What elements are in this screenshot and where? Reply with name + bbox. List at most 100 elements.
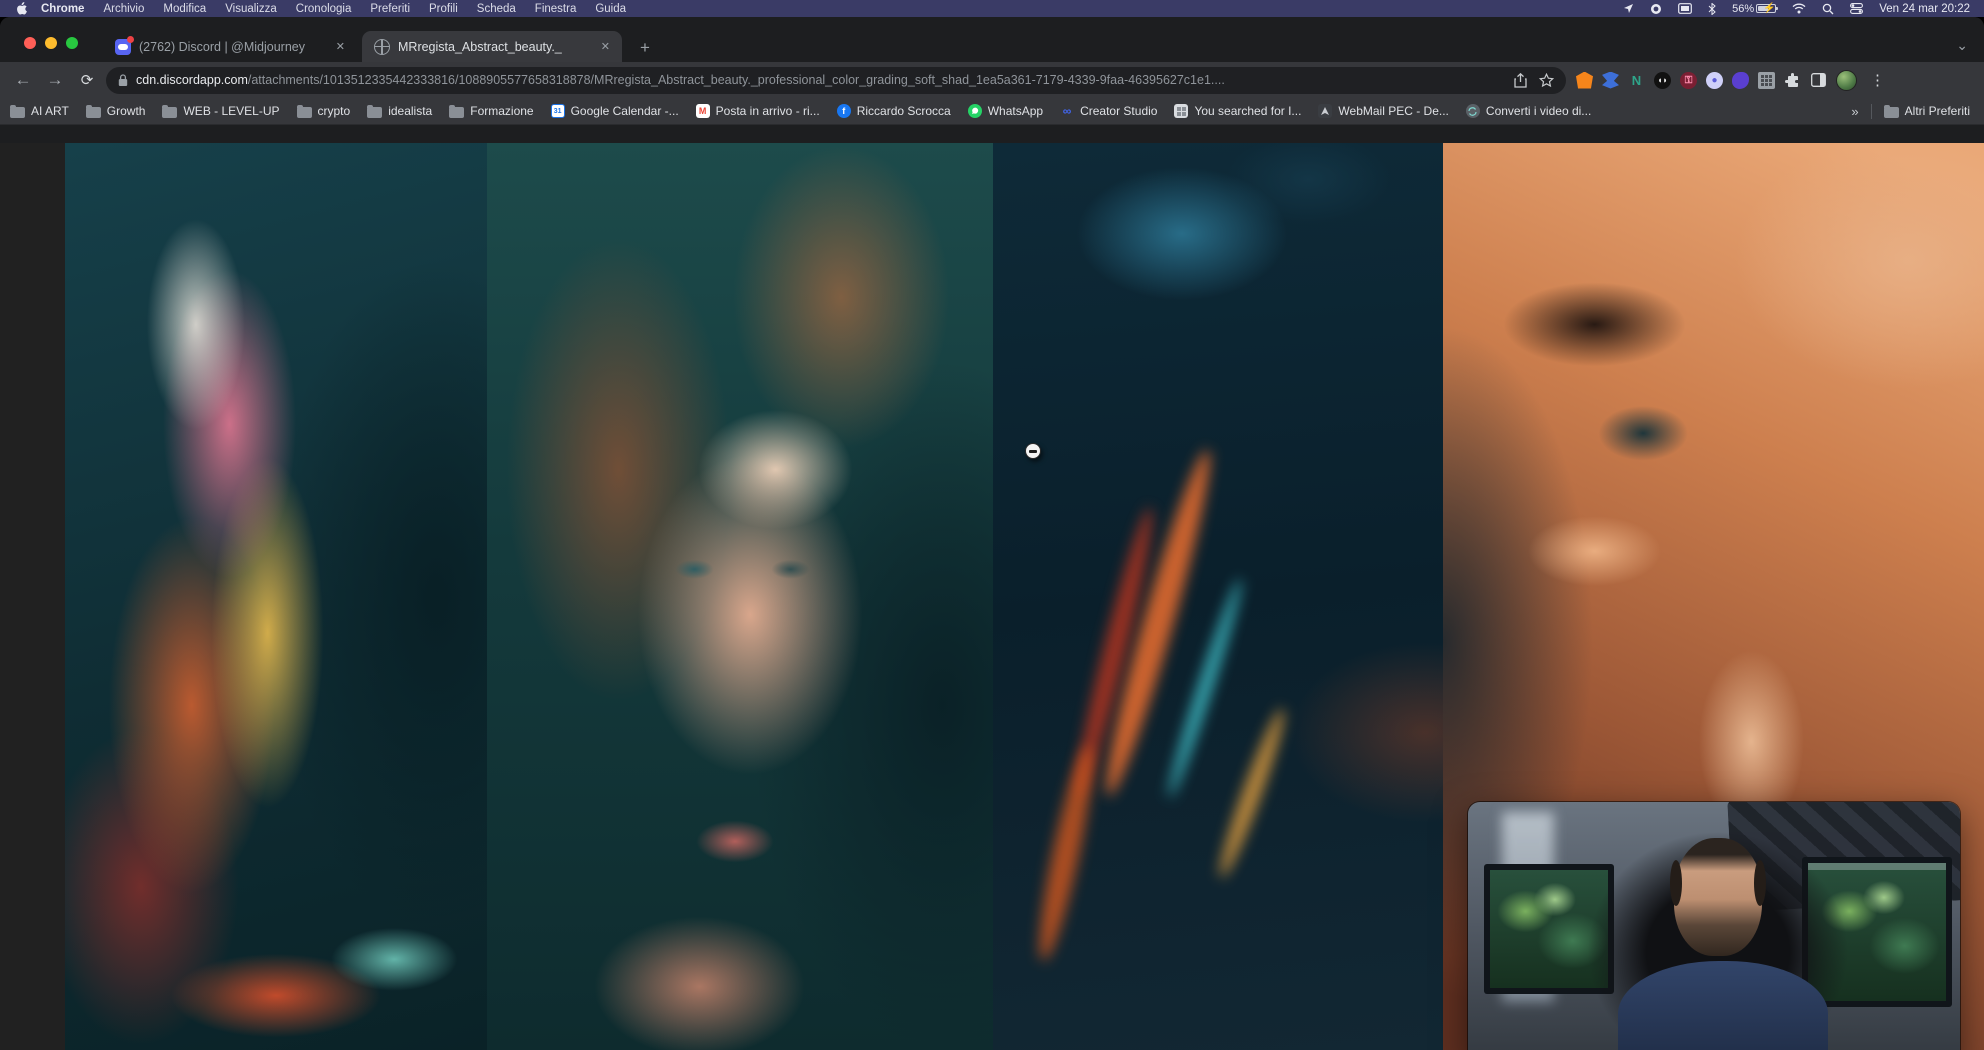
bookmark-creator-studio[interactable]: ∞Creator Studio — [1060, 104, 1157, 118]
bookmark-facebook-profile[interactable]: fRiccardo Scrocca — [837, 104, 951, 118]
folder-icon — [1884, 107, 1899, 118]
chrome-window: (2762) Discord | @Midjourney ✕ MRregista… — [0, 17, 1984, 1050]
bookmark-folder-idealista[interactable]: idealista — [367, 104, 432, 118]
zoom-out-cursor-icon — [1025, 443, 1041, 459]
bookmarks-overflow-chevron[interactable]: » — [1851, 104, 1858, 119]
bookmark-star-icon[interactable] — [1539, 73, 1554, 88]
menubar-item-profili[interactable]: Profili — [429, 3, 458, 15]
bookmarks-divider — [1871, 104, 1872, 119]
new-tab-button[interactable]: + — [634, 37, 656, 59]
profile-avatar[interactable] — [1836, 70, 1857, 91]
tab-image-active[interactable]: MRregista_Abstract_beauty._ ✕ — [362, 31, 622, 62]
dark-extension-icon[interactable]: ◖◗ — [1654, 72, 1671, 89]
discord-favicon-icon — [115, 39, 131, 55]
page-content: A TIRING ✦ — [0, 143, 1984, 1050]
tab-image-label: MRregista_Abstract_beauty._ — [398, 40, 591, 54]
chrome-menu-icon[interactable]: ⋮ — [1866, 71, 1889, 89]
image-abstract-swirl-panel — [65, 143, 487, 1050]
battery-icon: ⚡ — [1756, 4, 1776, 13]
menubar-item-chrome[interactable]: Chrome — [41, 3, 84, 15]
lock-icon[interactable] — [118, 74, 128, 87]
bookmarks-right-group: » Altri Preferiti — [1851, 104, 1974, 119]
share-icon[interactable] — [1514, 73, 1527, 88]
maximize-window-button[interactable] — [66, 37, 78, 49]
bookmark-whatsapp[interactable]: WhatsApp — [968, 104, 1043, 118]
apple-menu-icon[interactable] — [16, 2, 27, 15]
tab-discord[interactable]: (2762) Discord | @Midjourney ✕ — [105, 31, 355, 62]
url-host: cdn.discordapp.com — [136, 73, 248, 87]
extensions-puzzle-icon[interactable] — [1784, 72, 1801, 89]
bookmark-folder-growth[interactable]: Growth — [86, 104, 146, 118]
folder-icon — [10, 107, 25, 118]
record-status-icon[interactable] — [1650, 3, 1662, 15]
forward-button[interactable]: → — [42, 67, 68, 93]
presenter-face — [1674, 838, 1762, 956]
bookmark-converti-video[interactable]: Converti i video di... — [1466, 104, 1591, 118]
image-woman-portrait-panel — [487, 143, 993, 1050]
n-extension-icon[interactable]: N — [1628, 72, 1645, 89]
address-bar[interactable]: cdn.discordapp.com/attachments/101351233… — [106, 67, 1566, 94]
grid-extension-icon[interactable] — [1758, 72, 1775, 89]
back-button[interactable]: ← — [10, 67, 36, 93]
calendar-icon: 31 — [551, 104, 565, 118]
menubar-item-scheda[interactable]: Scheda — [477, 3, 516, 15]
bookmark-folder-ai-art[interactable]: AI ART — [10, 104, 69, 118]
other-favorites-folder[interactable]: Altri Preferiti — [1884, 104, 1970, 118]
battery-status[interactable]: 56% ⚡ — [1732, 3, 1776, 15]
blue-extension-icon[interactable] — [1602, 72, 1619, 89]
meta-icon: ∞ — [1060, 104, 1074, 118]
metamask-extension-icon[interactable] — [1576, 72, 1593, 89]
purple-extension-icon[interactable] — [1732, 72, 1749, 89]
wifi-icon[interactable] — [1792, 3, 1806, 14]
bookmark-folder-crypto[interactable]: crypto — [297, 104, 351, 118]
grid-site-icon — [1174, 104, 1188, 118]
tab-search-chevron-icon[interactable]: ⌄ — [1956, 37, 1968, 54]
reload-button[interactable]: ⟳ — [74, 67, 100, 93]
macos-menubar: Chrome Archivio Modifica Visualizza Cron… — [0, 0, 1984, 17]
key-extension-icon[interactable]: ⚿ — [1680, 72, 1697, 89]
menubar-item-finestra[interactable]: Finestra — [535, 3, 577, 15]
folder-icon — [449, 107, 464, 118]
webmail-icon — [1318, 104, 1332, 118]
webcam-overlay: A TIRING ✦ — [1468, 802, 1960, 1050]
omnibox-actions — [1504, 73, 1554, 88]
bookmark-folder-formazione[interactable]: Formazione — [449, 104, 533, 118]
bookmark-webmail-pec[interactable]: WebMail PEC - De... — [1318, 104, 1448, 118]
display-icon[interactable] — [1678, 3, 1692, 14]
url-text: cdn.discordapp.com/attachments/101351233… — [136, 73, 1225, 87]
globe-favicon-icon — [374, 39, 390, 55]
menubar-item-visualizza[interactable]: Visualizza — [225, 3, 277, 15]
control-center-icon[interactable] — [1850, 3, 1863, 14]
menubar-item-guida[interactable]: Guida — [595, 3, 626, 15]
menubar-item-cronologia[interactable]: Cronologia — [296, 3, 352, 15]
spotlight-search-icon[interactable] — [1822, 3, 1834, 15]
facebook-icon: f — [837, 104, 851, 118]
tab-strip: (2762) Discord | @Midjourney ✕ MRregista… — [0, 17, 1984, 62]
menubar-item-preferiti[interactable]: Preferiti — [370, 3, 410, 15]
bookmark-folder-web-level-up[interactable]: WEB - LEVEL-UP — [162, 104, 279, 118]
menubar-item-archivio[interactable]: Archivio — [103, 3, 144, 15]
folder-icon — [367, 107, 382, 118]
lavender-extension-icon[interactable]: ● — [1706, 72, 1723, 89]
location-icon[interactable] — [1623, 3, 1634, 14]
folder-icon — [162, 107, 177, 118]
browser-toolbar: ← → ⟳ cdn.discordapp.com/attachments/101… — [0, 62, 1984, 98]
extensions-row: N ◖◗ ⚿ ● ⋮ — [1572, 70, 1893, 91]
menubar-item-modifica[interactable]: Modifica — [163, 3, 206, 15]
bookmarks-bar: AI ART Growth WEB - LEVEL-UP crypto idea… — [0, 98, 1984, 125]
bookmark-you-searched[interactable]: You searched for I... — [1174, 104, 1301, 118]
gmail-icon: M — [696, 104, 710, 118]
bookmark-gmail-inbox[interactable]: MPosta in arrivo - ri... — [696, 104, 820, 118]
close-window-button[interactable] — [24, 37, 36, 49]
menubar-clock[interactable]: Ven 24 mar 20:22 — [1879, 3, 1970, 15]
screen: Chrome Archivio Modifica Visualizza Cron… — [0, 0, 1984, 1050]
converter-icon — [1466, 104, 1480, 118]
bookmark-google-calendar[interactable]: 31Google Calendar -... — [551, 104, 679, 118]
side-panel-icon[interactable] — [1810, 72, 1827, 89]
menubar-status-area: 56% ⚡ Ven 24 mar 20:22 — [1623, 3, 1984, 15]
window-controls — [24, 37, 78, 49]
tab-close-icon[interactable]: ✕ — [601, 40, 610, 53]
tab-close-icon[interactable]: ✕ — [336, 40, 345, 53]
minimize-window-button[interactable] — [45, 37, 57, 49]
bluetooth-icon[interactable] — [1708, 3, 1716, 15]
